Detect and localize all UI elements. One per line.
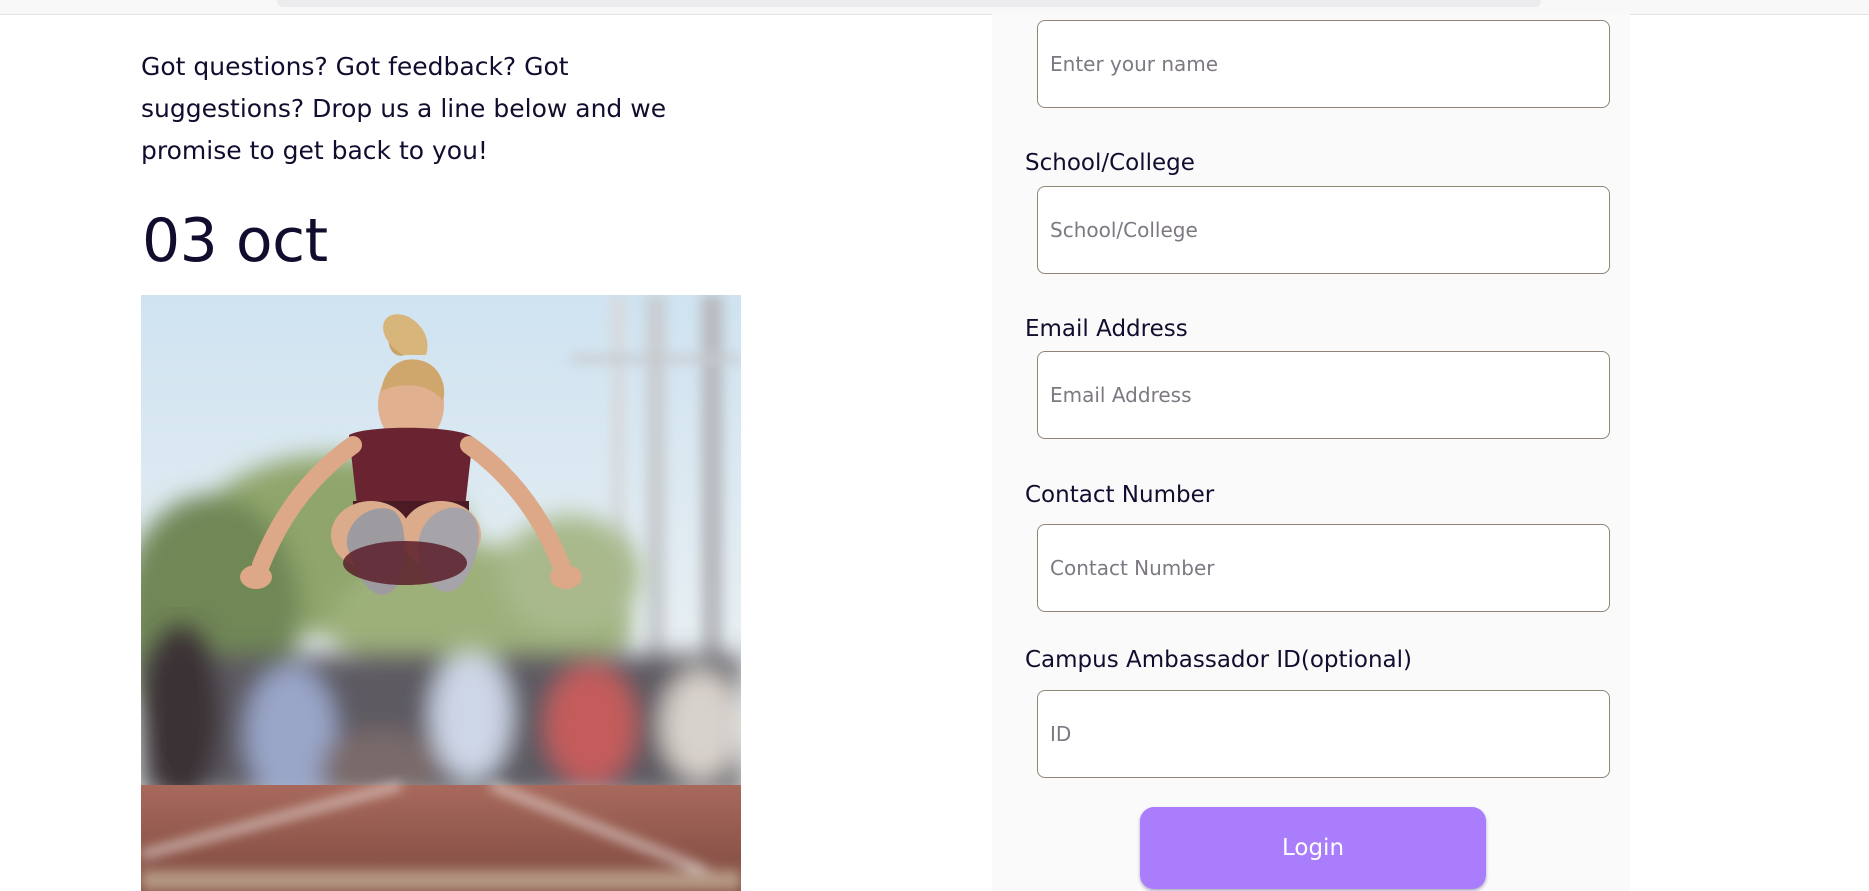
school-input[interactable] xyxy=(1037,186,1610,274)
horizontal-scrollbar[interactable] xyxy=(277,0,1541,7)
ambassador-label: Campus Ambassador ID(optional) xyxy=(1025,647,1413,673)
contact-label: Contact Number xyxy=(1025,482,1215,508)
event-date: 03 oct xyxy=(142,206,328,276)
email-label: Email Address xyxy=(1025,316,1188,342)
browser-top-strip xyxy=(0,0,1869,15)
athlete-photo xyxy=(141,295,741,891)
school-label: School/College xyxy=(1025,150,1195,176)
intro-text: Got questions? Got feedback? Got suggest… xyxy=(141,52,667,165)
contact-input[interactable] xyxy=(1037,524,1610,612)
ambassador-id-input[interactable] xyxy=(1037,690,1610,778)
login-button[interactable]: Login xyxy=(1140,807,1486,889)
name-input[interactable] xyxy=(1037,20,1610,108)
email-input[interactable] xyxy=(1037,351,1610,439)
